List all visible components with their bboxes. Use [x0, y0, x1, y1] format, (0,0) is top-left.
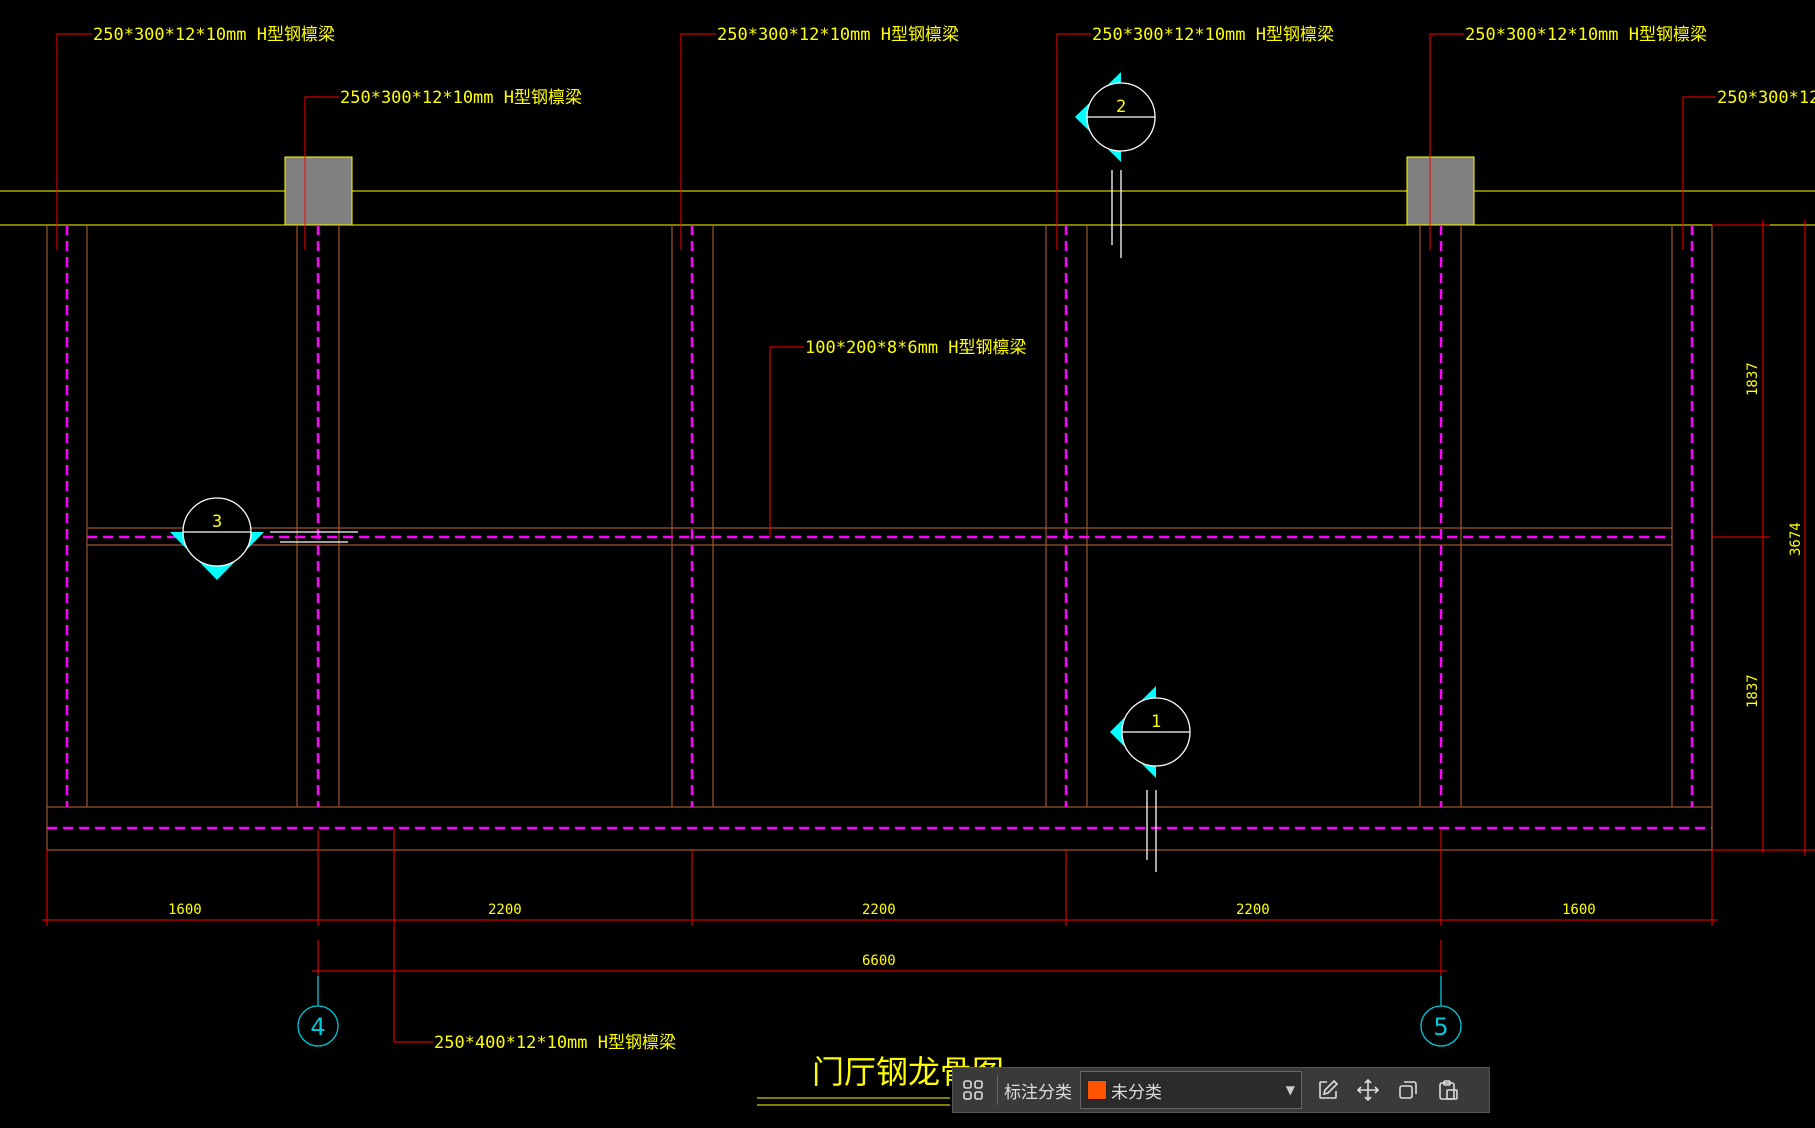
- dim-1600-left: 1600: [168, 902, 202, 918]
- dimension-lines: [42, 220, 1815, 977]
- vertical-columns: [86, 225, 1673, 807]
- paste-icon[interactable]: [1428, 1068, 1468, 1112]
- section-marker-1-label: 1: [1151, 712, 1161, 732]
- beam-label-bottom: 250*400*12*10mm H型钢檩梁: [434, 1033, 676, 1053]
- section-marker-3-label: 3: [212, 512, 222, 532]
- top-beam-lines: [0, 190, 1815, 226]
- beam-label-top-2: 250*300*12*10mm H型钢檩梁: [340, 88, 582, 108]
- beam-label-top-5: 250*300*12*10mm H型钢檩梁: [1465, 25, 1707, 45]
- axis-bubble-4: 4: [297, 976, 339, 1047]
- section-marker-3[interactable]: 3: [170, 497, 358, 580]
- dim-3674-total: 3674: [1788, 522, 1804, 556]
- toolbar-divider: [997, 1075, 998, 1105]
- grid-icon[interactable]: [953, 1068, 993, 1112]
- annotation-toolbar: 标注分类 未分类 ▼: [952, 1067, 1490, 1113]
- axis-label-4: 4: [310, 1013, 325, 1041]
- copy-icon[interactable]: [1388, 1068, 1428, 1112]
- axis-bubble-5: 5: [1420, 976, 1462, 1047]
- dimension-texts: 1600 2200 2200 2200 1600 6600 1837 1837 …: [168, 362, 1804, 969]
- axis-label-5: 5: [1433, 1013, 1448, 1041]
- dim-1600-right: 1600: [1562, 902, 1596, 918]
- dim-2200-b: 2200: [862, 902, 896, 918]
- category-label: 标注分类: [1004, 1082, 1072, 1103]
- beam-label-top-3: 250*300*12*10mm H型钢檩梁: [717, 25, 959, 45]
- beam-label-top-6: 250*300*12*: [1717, 88, 1815, 108]
- beam-label-mid: 100*200*8*6mm H型钢檩梁: [805, 338, 1027, 358]
- dim-6600: 6600: [862, 953, 896, 969]
- dim-1837-upper: 1837: [1745, 362, 1761, 396]
- beam-label-top-4: 250*300*12*10mm H型钢檩梁: [1092, 25, 1334, 45]
- beam-label-top-1: 250*300*12*10mm H型钢檩梁: [93, 25, 335, 45]
- move-icon[interactable]: [1348, 1068, 1388, 1112]
- cad-drawing-canvas[interactable]: .lbl { font-family: "DejaVu Sans Mono", …: [0, 0, 1815, 1128]
- dim-2200-a: 2200: [488, 902, 522, 918]
- dim-1837-lower: 1837: [1745, 674, 1761, 708]
- dim-2200-c: 2200: [1236, 902, 1270, 918]
- section-marker-2-label: 2: [1116, 97, 1126, 117]
- section-marker-1[interactable]: 1: [1110, 686, 1191, 872]
- category-dropdown[interactable]: 未分类 ▼: [1080, 1071, 1302, 1109]
- edit-icon[interactable]: [1308, 1068, 1348, 1112]
- category-color-swatch: [1087, 1080, 1107, 1100]
- category-value: 未分类: [1111, 1082, 1162, 1103]
- chevron-down-icon: ▼: [1285, 1083, 1295, 1097]
